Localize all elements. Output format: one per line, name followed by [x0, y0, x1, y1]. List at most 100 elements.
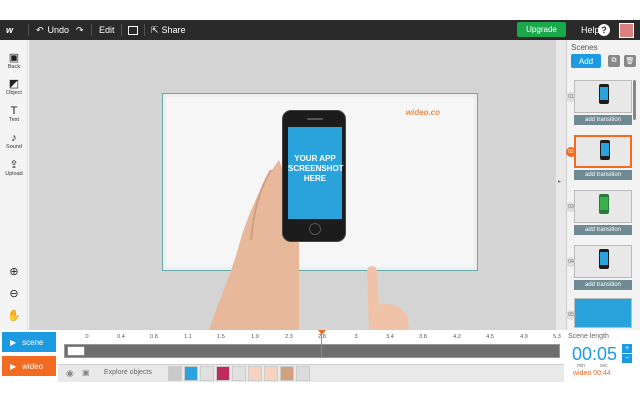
- wideo-mode-label: wideo: [22, 361, 44, 371]
- layer-object[interactable]: [280, 366, 294, 381]
- upgrade-button[interactable]: Upgrade: [517, 22, 566, 37]
- help-icon: ?: [598, 24, 610, 36]
- layer-object[interactable]: [248, 366, 262, 381]
- timeline-ruler[interactable]: 0 0.4 0.8 1.1 1.5 1.9 2.3 2.8 3 3.4 3.8 …: [62, 330, 562, 344]
- play-icon: ▶: [10, 361, 17, 371]
- add-transition-button[interactable]: add transition: [574, 280, 632, 290]
- playhead-handle[interactable]: [318, 330, 326, 335]
- undo-button[interactable]: ↶ Undo: [36, 20, 69, 40]
- chevron-right-icon: ▸: [558, 179, 562, 185]
- scene-length-label: Scene length: [568, 333, 609, 340]
- layer-object[interactable]: [184, 366, 198, 381]
- tool-sound[interactable]: ♪ Sound: [0, 132, 28, 150]
- layer-object[interactable]: [200, 366, 214, 381]
- save-icon: [128, 25, 138, 35]
- undo-icon: ↶: [36, 24, 44, 35]
- share-button[interactable]: ⇱ Share: [151, 20, 186, 40]
- hand-icon: ✋: [7, 310, 21, 322]
- timeline-start-handle[interactable]: [67, 346, 85, 356]
- minute-label: min: [577, 363, 586, 369]
- phone-text-line: YOUR APP: [294, 154, 336, 163]
- tool-label: Text: [8, 117, 20, 123]
- scene-thumbnail[interactable]: [574, 298, 632, 328]
- lock-icon[interactable]: ▣: [82, 368, 90, 377]
- scene-thumbnail[interactable]: [574, 190, 632, 223]
- timeline-track[interactable]: [64, 344, 560, 358]
- ruler-tick: 1.9: [251, 334, 259, 340]
- duplicate-scene-button[interactable]: ⧉: [608, 55, 620, 67]
- tool-back[interactable]: ▣ Back: [0, 52, 28, 70]
- redo-icon: ↷: [76, 24, 84, 35]
- scenes-panel: Scenes Add ⧉ 🗑 01 add transition 02 add …: [566, 40, 640, 330]
- tool-upload[interactable]: ⇪ Upload: [0, 159, 28, 177]
- layer-object[interactable]: [232, 366, 246, 381]
- redo-button[interactable]: ↷: [76, 20, 84, 40]
- ruler-tick: 4.5: [486, 334, 494, 340]
- scene-length-value: 00:05: [572, 344, 618, 364]
- scene-thumbnail[interactable]: [574, 245, 632, 278]
- ruler-tick: 1.5: [217, 334, 225, 340]
- zoom-in-icon: ⊕: [9, 266, 19, 278]
- scenes-panel-toggle[interactable]: ▸: [556, 40, 566, 330]
- wideo-logo[interactable]: w: [6, 20, 13, 40]
- zoom-out-icon: ⊖: [9, 288, 19, 300]
- scene-thumbnail[interactable]: [574, 80, 632, 113]
- avatar: [619, 22, 634, 38]
- delete-scene-button[interactable]: 🗑: [624, 55, 636, 67]
- user-avatar[interactable]: [619, 20, 634, 40]
- divider: [28, 24, 29, 36]
- phone-object[interactable]: YOUR APP SCREENSHOT HERE: [282, 110, 346, 242]
- wideo-mode-button[interactable]: ▶ wideo: [2, 356, 56, 376]
- eye-icon[interactable]: ◉: [66, 368, 74, 379]
- divider: [91, 24, 92, 36]
- finger-image[interactable]: [359, 260, 409, 330]
- divider: [121, 24, 122, 36]
- wideo-editor: w ↶ Undo ↷ Edit ⇱ Share Help ? Upgrade ▣…: [0, 0, 640, 400]
- scene-mode-button[interactable]: ▶ scene: [2, 332, 56, 352]
- add-scene-button[interactable]: Add: [571, 54, 601, 68]
- help-label[interactable]: Help: [581, 20, 600, 40]
- phone-text-line: HERE: [303, 174, 327, 183]
- canvas-stage[interactable]: wideo.co YOUR APP SCREENSHOT HERE: [29, 40, 556, 330]
- ruler-tick: 3.4: [386, 334, 394, 340]
- tool-label: Sound: [6, 144, 22, 150]
- ruler-tick: 3.8: [419, 334, 427, 340]
- ruler-tick: 5.3: [553, 334, 561, 340]
- upload-icon: ⇪: [9, 159, 19, 171]
- tool-label: Back: [7, 64, 21, 70]
- increase-length-button[interactable]: +: [622, 344, 632, 353]
- decrease-length-button[interactable]: −: [622, 354, 632, 363]
- browser-strip: [0, 0, 640, 20]
- phone-home-button: [309, 223, 321, 235]
- timeline-area: ▶ scene ▶ wideo 0 0.4 0.8 1.1 1.5 1.9 2.…: [0, 330, 640, 400]
- pan-button[interactable]: ✋: [0, 310, 28, 322]
- image-icon: ▣: [8, 52, 20, 64]
- wideo-length: wideo 00:44: [573, 370, 611, 377]
- ruler-tick: 0.4: [117, 334, 125, 340]
- explore-objects-link[interactable]: Explore objects: [104, 369, 152, 376]
- phone-text-line: SCREENSHOT: [288, 164, 344, 173]
- scenes-scrollbar[interactable]: [633, 80, 636, 120]
- tool-object[interactable]: ◩ Object: [0, 78, 28, 96]
- zoom-out-button[interactable]: ⊖: [0, 288, 28, 300]
- ruler-tick: 4.2: [453, 334, 461, 340]
- add-transition-button[interactable]: add transition: [574, 225, 632, 235]
- layer-object[interactable]: [264, 366, 278, 381]
- edit-button[interactable]: Edit: [99, 20, 115, 40]
- scene-mode-label: scene: [22, 337, 44, 347]
- layer-object[interactable]: [168, 366, 182, 381]
- layer-object[interactable]: [216, 366, 230, 381]
- zoom-in-button[interactable]: ⊕: [0, 266, 28, 278]
- ruler-tick: 3: [354, 334, 358, 340]
- save-button[interactable]: [128, 20, 138, 40]
- ruler-tick: 2.3: [285, 334, 293, 340]
- tool-text[interactable]: T Text: [0, 105, 28, 123]
- play-icon: ▶: [10, 337, 17, 347]
- text-icon: T: [10, 105, 18, 117]
- add-transition-button[interactable]: add transition: [574, 115, 632, 125]
- help-button[interactable]: ?: [598, 20, 610, 40]
- layer-object[interactable]: [296, 366, 310, 381]
- object-icon: ◩: [8, 78, 20, 90]
- add-transition-button[interactable]: add transition: [574, 170, 632, 180]
- scene-thumbnail[interactable]: [574, 135, 632, 168]
